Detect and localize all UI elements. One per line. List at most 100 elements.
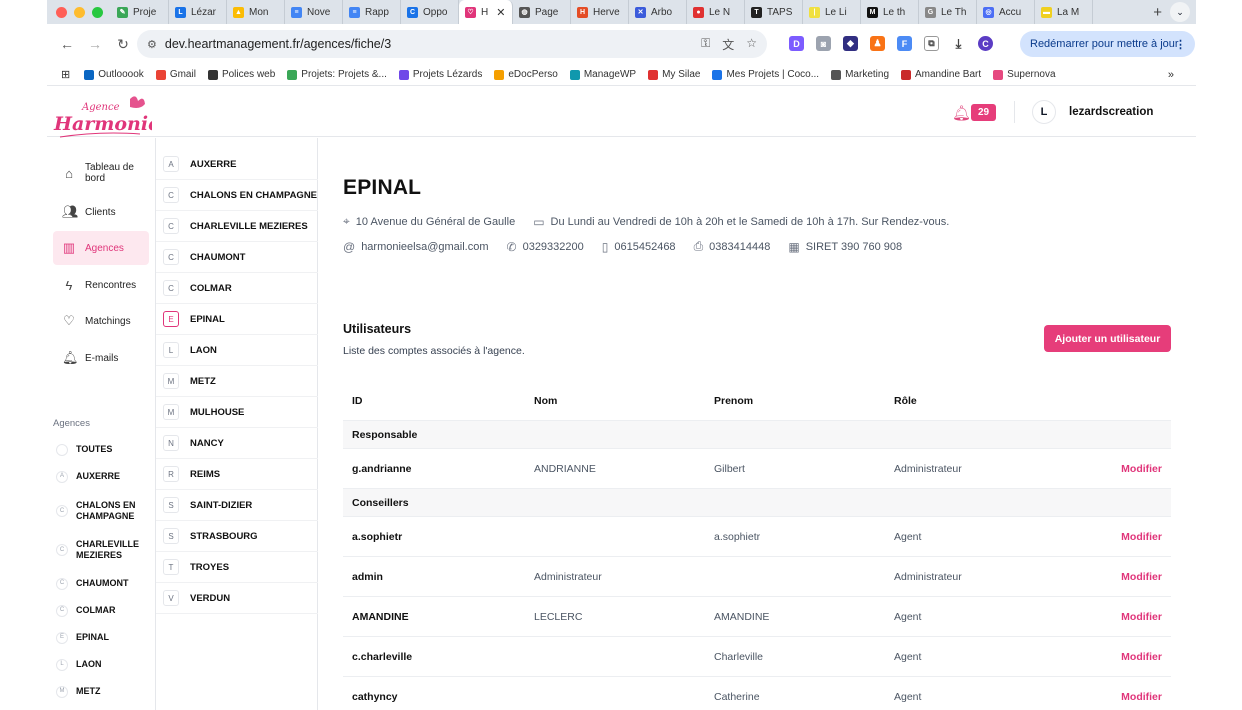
agency-list-item[interactable]: V VERDUN <box>156 583 318 614</box>
sidebar-item-matchings[interactable]: ♡ Matchings <box>53 304 149 338</box>
agence-harmonie-logo[interactable]: Agence Harmonie <box>52 93 152 141</box>
browser-tab[interactable]: L Lézar <box>169 0 227 24</box>
sidebar-agency-item[interactable]: A AUXERRE <box>56 471 120 483</box>
edit-user-link[interactable]: Modifier <box>1121 691 1162 703</box>
sidebar-agency-item[interactable]: TOUTES <box>56 444 112 456</box>
agency-list-item[interactable]: L LAON <box>156 335 318 366</box>
sidebar-item-e-mails[interactable]: 🔔︎ E-mails <box>53 341 149 375</box>
agency-list-item[interactable]: C CHALONS EN CHAMPAGNE <box>156 180 318 211</box>
browser-tab[interactable]: ● Le N <box>687 0 745 24</box>
browser-tab[interactable]: ▬ La M <box>1035 0 1093 24</box>
browser-tab[interactable]: G Le Th <box>919 0 977 24</box>
column-header-nom[interactable]: Nom <box>534 395 557 407</box>
browser-tab[interactable]: ◎ Accu <box>977 0 1035 24</box>
apps-grid-icon[interactable]: ⊞ <box>47 68 78 81</box>
bookmark-item[interactable]: Amandine Bart <box>895 69 987 80</box>
agency-list-item[interactable]: R REIMS <box>156 459 318 490</box>
bookmark-item[interactable]: Mes Projets | Coco... <box>706 69 825 80</box>
sidebar-agency-item[interactable]: M METZ <box>56 686 101 698</box>
browser-tab[interactable]: ≡ Nove <box>285 0 343 24</box>
browser-tab[interactable]: | Le Li <box>803 0 861 24</box>
browser-tab[interactable]: ✎ Proje <box>111 0 169 24</box>
bookmark-item[interactable]: ManageWP <box>564 69 642 80</box>
bookmark-item[interactable]: Supernova <box>987 69 1061 80</box>
tab-search-button[interactable]: ⌄ <box>1170 2 1190 22</box>
bookmark-item[interactable]: Projets: Projets &... <box>281 69 393 80</box>
extension-camera-icon[interactable]: ◙ <box>816 36 831 51</box>
edit-user-link[interactable]: Modifier <box>1121 611 1162 623</box>
restart-update-button[interactable]: Redémarrer pour mettre à jour ⋮ <box>1020 31 1195 57</box>
sidebar-agency-item[interactable]: C CHARLEVILLE MEZIERES <box>56 539 142 562</box>
extension-fj-icon[interactable]: F <box>897 36 912 51</box>
close-tab-icon[interactable]: ✕ <box>496 6 505 19</box>
minimize-window-button[interactable] <box>74 6 85 18</box>
browser-tab[interactable]: ✕ Arbo <box>629 0 687 24</box>
back-button[interactable]: ← <box>53 36 81 52</box>
browser-tab[interactable]: ▲ Mon <box>227 0 285 24</box>
browser-tab[interactable]: ≡ Rapp <box>343 0 401 24</box>
bookmark-item[interactable]: Gmail <box>150 69 202 80</box>
bookmark-item[interactable]: Marketing <box>825 69 895 80</box>
bookmark-item[interactable]: Projets Lézards <box>393 69 488 80</box>
agency-list-item[interactable]: M MULHOUSE <box>156 397 318 428</box>
browser-tab[interactable]: T TAPS <box>745 0 803 24</box>
sidebar-item-tableau-de-bord[interactable]: ⌂ Tableau de bord <box>53 156 149 190</box>
browser-tab[interactable]: H Herve <box>571 0 629 24</box>
sidebar-agency-item[interactable]: L LAON <box>56 659 102 671</box>
close-window-button[interactable] <box>56 6 67 18</box>
more-bookmarks-icon[interactable]: » <box>1168 69 1174 81</box>
sidebar-agency-item[interactable]: C CHALONS EN CHAMPAGNE <box>56 500 142 523</box>
forward-button[interactable]: → <box>81 36 109 52</box>
extension-layers-icon[interactable]: ◆ <box>843 36 858 51</box>
extension-figure-icon[interactable]: ♟ <box>870 36 885 51</box>
bookmark-item[interactable]: Polices web <box>202 69 281 80</box>
agency-list-item[interactable]: C CHARLEVILLE MEZIERES <box>156 211 318 242</box>
sidebar-item-clients[interactable]: 👥︎ Clients <box>53 195 149 229</box>
column-header-id[interactable]: ID <box>352 395 363 407</box>
add-user-button[interactable]: Ajouter un utilisateur <box>1044 325 1171 352</box>
site-info-icon[interactable]: ⚙ <box>147 38 157 51</box>
edit-user-link[interactable]: Modifier <box>1121 531 1162 543</box>
bookmark-item[interactable]: eDocPerso <box>488 69 563 80</box>
bookmark-star-icon[interactable]: ☆ <box>746 36 757 53</box>
downloads-icon[interactable]: ⤓ <box>951 36 966 51</box>
browser-tab[interactable]: ◍ Page <box>513 0 571 24</box>
sidebar-item-agences[interactable]: ▥ Agences <box>53 231 149 265</box>
sidebar-agency-item[interactable]: C COLMAR <box>56 605 116 617</box>
extension-d-icon[interactable]: D <box>789 36 804 51</box>
agency-list-item[interactable]: S STRASBOURG <box>156 521 318 552</box>
bookmark-item[interactable]: Outlooook <box>78 69 150 80</box>
address-bar[interactable]: ⚙ dev.heartmanagement.fr/agences/fiche/3… <box>137 30 767 58</box>
agency-list-item[interactable]: C CHAUMONT <box>156 242 318 273</box>
translate-icon[interactable]: 文 <box>722 36 734 53</box>
username[interactable]: lezardscreation <box>1069 106 1153 118</box>
agency-list-item[interactable]: E EPINAL <box>156 304 318 335</box>
edit-user-link[interactable]: Modifier <box>1121 463 1162 475</box>
edit-user-link[interactable]: Modifier <box>1121 651 1162 663</box>
browser-tab[interactable]: C Oppo <box>401 0 459 24</box>
maximize-window-button[interactable] <box>92 6 103 18</box>
browser-menu-icon[interactable]: ⋮ <box>1175 38 1186 51</box>
user-avatar[interactable]: L <box>1032 100 1056 124</box>
sidebar-item-rencontres[interactable]: ϟ Rencontres <box>53 268 149 302</box>
agency-list-item[interactable]: A AUXERRE <box>156 149 318 180</box>
browser-tab[interactable]: ♡ H ✕ <box>459 0 513 24</box>
column-header-role[interactable]: Rôle <box>894 395 917 407</box>
agency-list-item[interactable]: C COLMAR <box>156 273 318 304</box>
agency-list-item[interactable]: T TROYES <box>156 552 318 583</box>
edit-user-link[interactable]: Modifier <box>1121 571 1162 583</box>
sidebar-agency-item[interactable]: C CHAUMONT <box>56 578 129 590</box>
notification-count-badge[interactable]: 29 <box>971 104 996 121</box>
column-header-prenom[interactable]: Prenom <box>714 395 753 407</box>
agency-list-item[interactable]: S SAINT-DIZIER <box>156 490 318 521</box>
sidebar-agency-item[interactable]: E EPINAL <box>56 632 109 644</box>
notification-bell-icon[interactable]: 🔔︎ <box>952 104 971 122</box>
reload-button[interactable]: ↻ <box>109 36 137 53</box>
agency-list-item[interactable]: M METZ <box>156 366 318 397</box>
agency-list-item[interactable]: N NANCY <box>156 428 318 459</box>
browser-tab[interactable]: M Le th <box>861 0 919 24</box>
extensions-puzzle-icon[interactable]: ⧉ <box>924 36 939 51</box>
password-key-icon[interactable]: ⚿ <box>701 36 710 53</box>
bookmark-item[interactable]: My Silae <box>642 69 706 80</box>
profile-avatar-icon[interactable]: C <box>978 36 993 51</box>
